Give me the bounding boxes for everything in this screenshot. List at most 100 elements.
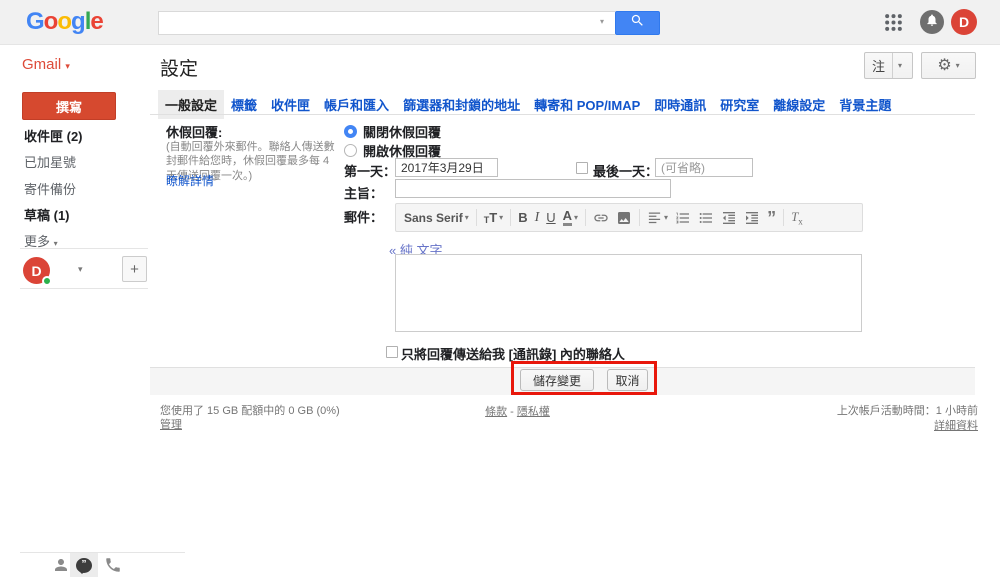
input-method-label[interactable]: 注 bbox=[865, 53, 893, 78]
logo-letter: e bbox=[90, 8, 102, 35]
chevron-down-icon: ▾ bbox=[574, 213, 578, 222]
sidebar-divider bbox=[20, 288, 148, 289]
search-input[interactable] bbox=[158, 11, 615, 35]
quote-button[interactable]: ” bbox=[767, 213, 776, 223]
gmail-label: Gmail bbox=[22, 56, 61, 73]
image-icon bbox=[616, 210, 632, 226]
bell-icon bbox=[925, 13, 939, 32]
search-icon bbox=[630, 13, 645, 33]
avatar-letter: D bbox=[31, 263, 41, 279]
text-color-button[interactable]: A ▾ bbox=[563, 209, 578, 226]
chevron-down-icon: ▾ bbox=[65, 61, 70, 71]
hangouts-icon: ” bbox=[76, 558, 92, 573]
indent-decrease-button[interactable] bbox=[721, 210, 737, 226]
save-changes-button[interactable]: 儲存變更 bbox=[520, 369, 594, 391]
chat-bar-divider bbox=[20, 552, 185, 553]
sidebar-item-inbox[interactable]: 收件匣 (2) bbox=[24, 126, 83, 145]
chevron-down-icon[interactable]: ▾ bbox=[893, 61, 907, 70]
vacation-section-label: 休假回覆: bbox=[166, 122, 222, 141]
presence-indicator bbox=[42, 276, 52, 286]
sidebar-item-drafts[interactable]: 草稿 (1) bbox=[24, 205, 70, 224]
contacts-only-label: 只將回覆傳送給我 [通訊錄] 內的聯絡人 bbox=[401, 344, 625, 363]
gmail-service-switcher[interactable]: Gmail ▾ bbox=[22, 56, 70, 73]
logo-letter: o bbox=[44, 8, 58, 35]
radio-unselected-icon[interactable] bbox=[344, 144, 357, 157]
search-scope-chevron-icon[interactable]: ▾ bbox=[600, 17, 604, 26]
last-day-input[interactable] bbox=[655, 158, 753, 177]
subject-input[interactable] bbox=[395, 179, 671, 198]
editor-toolbar: Sans Serif ▾ TT ▾ B I U A ▾ ▾ bbox=[395, 203, 863, 232]
quote-glyph: ” bbox=[82, 559, 87, 570]
phone-tab-button[interactable] bbox=[104, 556, 122, 577]
remove-formatting-button[interactable]: Tx bbox=[791, 209, 803, 227]
chevron-down-icon: ▾ bbox=[499, 213, 503, 222]
apps-grid-icon[interactable] bbox=[884, 13, 903, 32]
underline-button[interactable]: U bbox=[546, 210, 555, 225]
message-body-editor[interactable] bbox=[395, 254, 862, 332]
learn-more-link[interactable]: 瞭解詳情 bbox=[166, 172, 214, 189]
sidebar-item-sent[interactable]: 寄件備份 bbox=[24, 179, 76, 198]
contacts-tab-button[interactable] bbox=[52, 556, 70, 577]
manage-label[interactable]: 管理 bbox=[160, 419, 182, 431]
font-size-icon: TT bbox=[484, 210, 497, 225]
toolbar-separator bbox=[476, 209, 477, 226]
font-family-label: Sans Serif bbox=[404, 211, 463, 225]
details-link[interactable]: 詳細資料 bbox=[934, 420, 978, 432]
notifications-button[interactable] bbox=[920, 10, 944, 34]
text-color-icon: A bbox=[563, 209, 572, 226]
size-large-glyph: T bbox=[489, 210, 497, 225]
chat-status-chevron-icon[interactable]: ▾ bbox=[78, 264, 83, 275]
sidebar-divider bbox=[20, 248, 148, 249]
input-method-button[interactable]: 注 ▾ bbox=[864, 52, 913, 79]
add-contact-button[interactable]: + bbox=[122, 256, 147, 282]
chevron-down-icon: ▾ bbox=[54, 239, 58, 248]
terms-link[interactable]: 條款 bbox=[485, 406, 507, 418]
subject-label: 主旨： bbox=[344, 183, 383, 202]
toolbar-separator bbox=[783, 209, 784, 226]
vacation-off-label: 關閉休假回覆 bbox=[363, 122, 441, 141]
indent-increase-button[interactable] bbox=[744, 210, 760, 226]
vacation-off-radio-row[interactable]: 關閉休假回覆 bbox=[344, 122, 441, 141]
message-label: 郵件： bbox=[344, 207, 383, 226]
gear-icon: ⚙ bbox=[937, 58, 951, 74]
font-family-button[interactable]: Sans Serif ▾ bbox=[404, 211, 469, 225]
italic-button[interactable]: I bbox=[535, 210, 540, 226]
numbered-list-button[interactable] bbox=[675, 210, 691, 226]
font-size-button[interactable]: TT ▾ bbox=[484, 210, 503, 225]
logo-letter: G bbox=[26, 8, 44, 35]
separator: - bbox=[507, 406, 517, 418]
toolbar-separator bbox=[510, 209, 511, 226]
align-button[interactable]: ▾ bbox=[647, 210, 668, 225]
first-day-input[interactable] bbox=[395, 158, 498, 177]
compose-button[interactable]: 撰寫 bbox=[22, 92, 116, 120]
tabs-underline bbox=[150, 114, 975, 115]
align-left-icon bbox=[647, 210, 662, 225]
insert-image-button[interactable] bbox=[616, 210, 632, 226]
privacy-link[interactable]: 隱私權 bbox=[517, 406, 550, 418]
details-link-wrap: 詳細資料 bbox=[650, 417, 978, 433]
cancel-button[interactable]: 取消 bbox=[607, 369, 648, 391]
last-day-label: 最後一天： bbox=[593, 161, 658, 180]
link-icon bbox=[593, 210, 609, 226]
search-button[interactable] bbox=[615, 11, 660, 35]
last-day-checkbox[interactable] bbox=[576, 162, 588, 174]
sidebar-item-starred[interactable]: 已加星號 bbox=[24, 152, 76, 171]
indent-increase-icon bbox=[744, 210, 760, 226]
settings-gear-button[interactable]: ⚙ ▾ bbox=[921, 52, 976, 79]
hangouts-tab-button[interactable]: ” bbox=[70, 553, 98, 577]
account-avatar[interactable]: D bbox=[951, 9, 977, 35]
radio-selected-icon[interactable] bbox=[344, 125, 357, 138]
toolbar-separator bbox=[639, 209, 640, 226]
contacts-only-checkbox[interactable] bbox=[386, 346, 398, 358]
toolbar-separator bbox=[585, 209, 586, 226]
logo-letter: g bbox=[71, 8, 85, 35]
bulleted-list-button[interactable] bbox=[698, 210, 714, 226]
google-logo: Google bbox=[26, 8, 103, 36]
bold-button[interactable]: B bbox=[518, 210, 527, 225]
insert-link-button[interactable] bbox=[593, 210, 609, 226]
gmail-settings-page: Google ▾ D Gmail ▾ 設定 注 ▾ ⚙ ▾ 撰寫 收件匣 (2)… bbox=[0, 0, 1000, 577]
chat-profile-avatar[interactable]: D bbox=[23, 257, 50, 284]
tx-x-glyph: x bbox=[798, 216, 803, 226]
last-activity-text: 上次帳戶活動時間：1 小時前 bbox=[650, 402, 978, 418]
chevron-down-icon: ▾ bbox=[465, 213, 469, 222]
